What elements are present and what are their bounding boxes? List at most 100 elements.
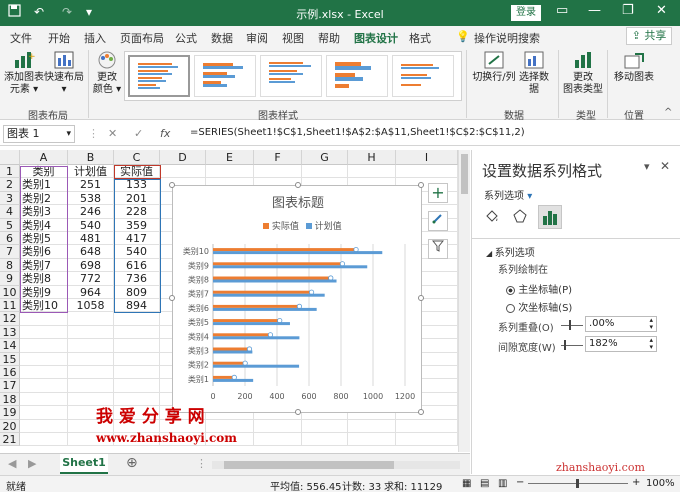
effects-icon[interactable] [512,208,530,226]
grid-cell[interactable] [68,339,114,353]
grid-cell[interactable] [396,433,458,447]
vertical-scrollbar[interactable] [458,150,470,452]
resize-handle[interactable] [418,295,424,301]
chevron-down-icon[interactable]: ▾ [66,126,71,142]
page-break-view-icon[interactable]: ▥ [498,478,507,489]
grid-cell[interactable] [206,165,254,179]
grid-cell[interactable] [20,312,68,326]
minimize-button[interactable]: — [588,3,601,18]
zoom-slider-thumb[interactable] [576,479,579,488]
tab-review[interactable]: 审阅 [246,30,268,46]
grid-cell[interactable] [396,419,458,433]
chart-style-2[interactable] [194,55,256,97]
tab-help[interactable]: 帮助 [318,30,340,46]
column-header[interactable]: B [68,150,114,165]
grid-cell[interactable] [302,433,348,447]
spinner-icon[interactable]: ▴ ▾ [649,337,653,351]
grid-cell[interactable] [114,366,160,380]
share-button[interactable]: ⇪ 共享 [626,27,672,45]
prev-sheet-icon[interactable]: ◀ [8,457,16,470]
grid-cell[interactable] [20,366,68,380]
row-header[interactable]: 10 [0,285,20,299]
spinner-icon[interactable]: ▴ ▾ [649,317,653,331]
secondary-axis-radio[interactable]: 次坐标轴(S) [506,299,572,314]
grid-cell[interactable]: 类别9 [20,285,68,299]
grid-cell[interactable]: 类别4 [20,218,68,232]
sheet-tab-sheet1[interactable]: Sheet1 [60,454,108,474]
formula-input[interactable]: =SERIES(Sheet1!$C$1,Sheet1!$A$2:$A$11,Sh… [190,127,525,138]
grid-cell[interactable] [20,392,68,407]
select-all-corner[interactable] [0,150,20,165]
grid-cell[interactable]: 201 [114,191,160,206]
add-chart-element-button[interactable]: + 添加图表 元素 ▾ [4,50,44,96]
grid-cell[interactable] [68,379,114,393]
tab-insert[interactable]: 插入 [84,30,106,46]
row-header[interactable]: 8 [0,258,20,273]
collapse-ribbon-icon[interactable]: ^ [664,107,672,118]
grid-cell[interactable] [68,312,114,326]
grid-cell[interactable]: 772 [68,272,114,286]
row-header[interactable]: 4 [0,205,20,219]
grid-cell[interactable]: 809 [114,285,160,299]
chart-elements-plus-icon[interactable]: + [428,183,448,203]
grid-cell[interactable]: 481 [68,232,114,246]
quick-layout-button[interactable]: 快速布局 ▾ [44,50,84,96]
column-header[interactable]: A [20,150,68,165]
grid-cell[interactable] [254,433,302,447]
grid-cell[interactable] [20,379,68,393]
grid-cell[interactable] [254,419,302,433]
grid-cell[interactable]: 417 [114,232,160,246]
row-header[interactable]: 1 [0,165,20,179]
resize-handle[interactable] [418,409,424,415]
column-header[interactable]: H [348,150,396,165]
scrollbar-thumb[interactable] [461,154,468,194]
zoom-level[interactable]: 100% [646,478,675,489]
column-header[interactable]: E [206,150,254,165]
select-data-button[interactable]: 选择数据 [516,50,552,96]
grid-cell[interactable]: 736 [114,272,160,286]
zoom-out-icon[interactable]: − [516,477,524,488]
name-box[interactable]: 图表 1 ▾ [3,125,75,143]
grid-cell[interactable] [302,165,348,179]
grid-cell[interactable]: 540 [114,245,160,259]
row-header[interactable]: 2 [0,178,20,192]
grid-cell[interactable]: 228 [114,205,160,219]
series-options-icon[interactable] [538,205,562,229]
row-header[interactable]: 17 [0,379,20,393]
column-header[interactable]: F [254,150,302,165]
chart-style-3[interactable] [260,55,322,97]
gap-width-input[interactable]: 182% ▴ ▾ [585,336,657,352]
tab-format[interactable]: 格式 [409,30,431,46]
fx-icon[interactable]: fx [160,127,170,140]
gap-width-slider-thumb[interactable] [564,340,566,350]
tab-file[interactable]: 文件 [10,30,32,46]
chart-styles-gallery[interactable] [124,51,462,101]
tab-page-layout[interactable]: 页面布局 [120,30,164,46]
row-header[interactable]: 7 [0,245,20,259]
grid-cell[interactable]: 类别10 [20,299,68,313]
resize-handle[interactable] [418,182,424,188]
grid-cell[interactable] [348,419,396,433]
row-header[interactable]: 6 [0,232,20,246]
grid-cell[interactable] [396,165,458,179]
grid-cell[interactable]: 类别3 [20,205,68,219]
row-header[interactable]: 18 [0,392,20,407]
grid-cell[interactable]: 类别8 [20,272,68,286]
row-header[interactable]: 3 [0,191,20,206]
grid-cell[interactable]: 648 [68,245,114,259]
page-layout-view-icon[interactable]: ▤ [480,478,489,489]
grid-cell[interactable] [348,433,396,447]
grid-cell[interactable]: 类别7 [20,258,68,273]
grid-cell[interactable] [254,165,302,179]
switch-row-column-button[interactable]: 切换行/列 [472,50,516,84]
collapse-pane-icon[interactable]: ▾ [644,160,650,173]
row-header[interactable]: 5 [0,218,20,232]
grid-cell[interactable]: 698 [68,258,114,273]
restore-button[interactable]: ❐ [622,3,634,18]
grid-cell[interactable] [114,312,160,326]
grid-cell[interactable]: 计划值 [68,165,114,179]
grid-cell[interactable]: 964 [68,285,114,299]
primary-axis-radio[interactable]: 主坐标轴(P) [506,281,572,296]
tab-formulas[interactable]: 公式 [175,30,197,46]
series-options-dropdown[interactable]: 系列选项 ▾ [484,187,532,202]
